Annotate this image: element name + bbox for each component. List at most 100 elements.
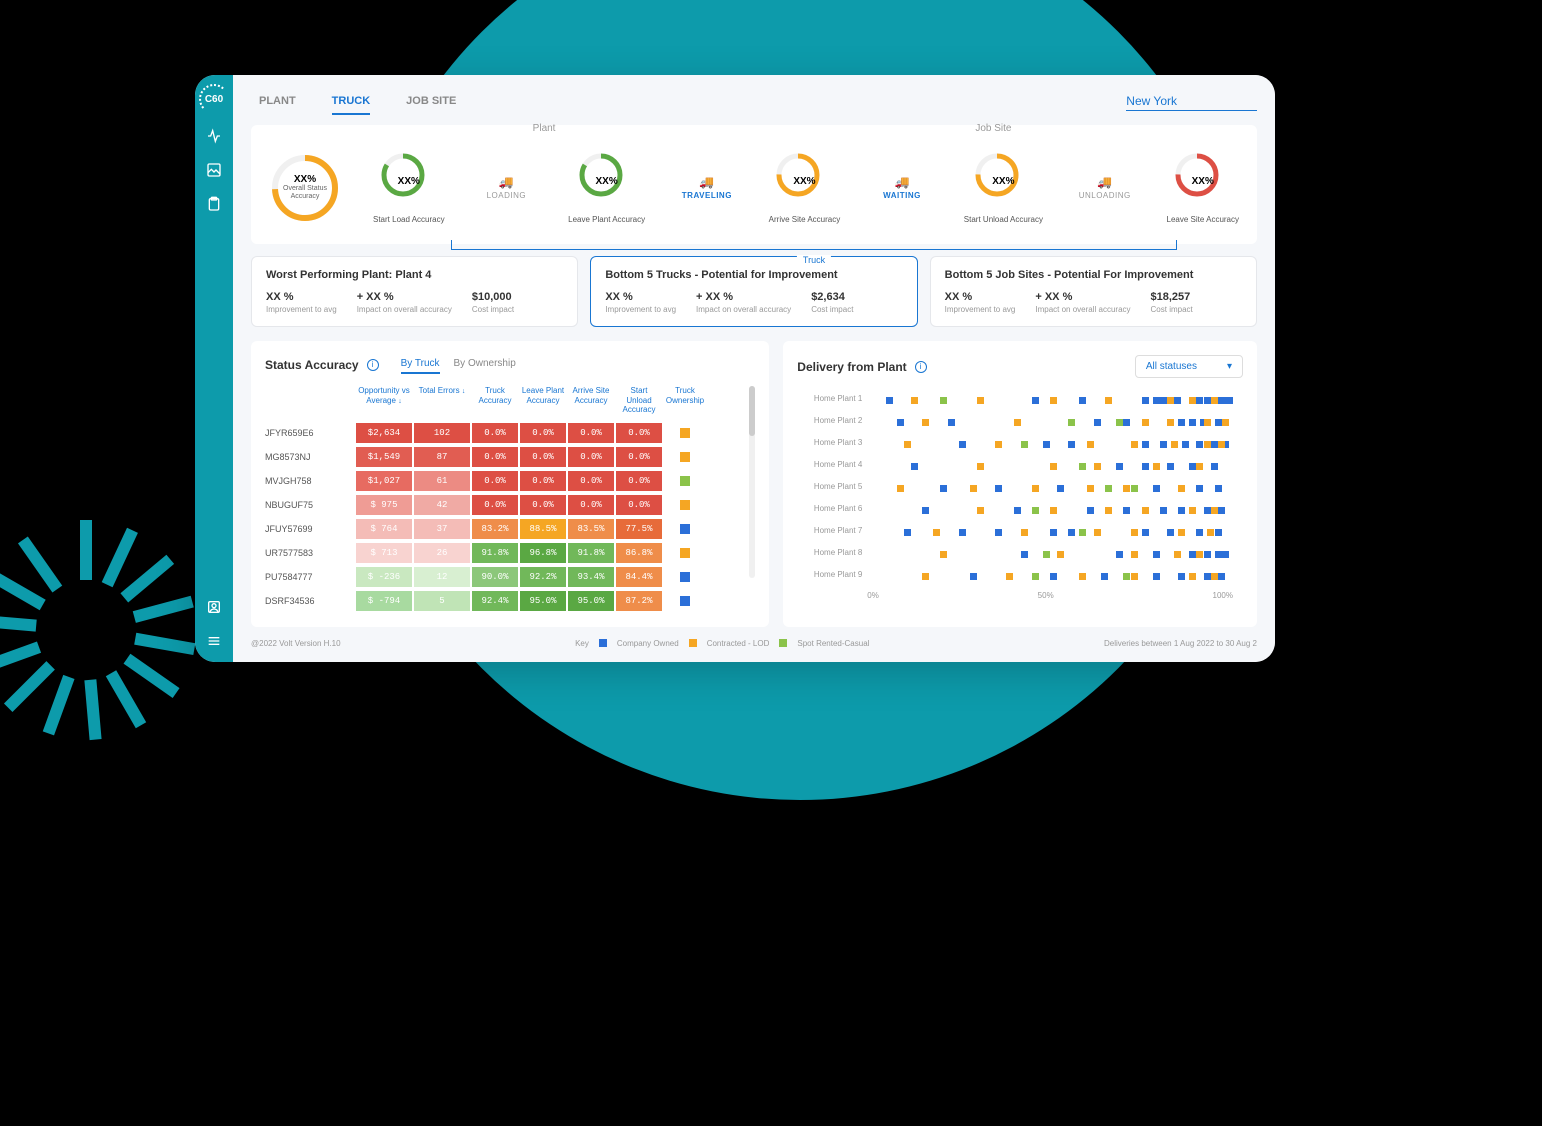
col-header[interactable]: Leave Plant Accuracy [519, 386, 567, 415]
data-point [1014, 507, 1021, 514]
data-point [940, 397, 947, 404]
subtab-by-ownership[interactable]: By Ownership [454, 355, 516, 374]
col-header[interactable]: Arrive Site Accuracy [567, 386, 615, 415]
data-point [1189, 463, 1196, 470]
data-point [977, 507, 984, 514]
data-point [904, 529, 911, 536]
data-point [1142, 463, 1149, 470]
info-icon[interactable]: i [367, 359, 379, 371]
data-point [1189, 551, 1196, 558]
connector-loading: 🚚LOADING [451, 175, 563, 200]
data-point [995, 529, 1002, 536]
legend-sq [689, 639, 697, 647]
data-point [1167, 419, 1174, 426]
col-header[interactable]: Start Unload Accuracy [615, 386, 663, 415]
subtab-by-truck[interactable]: By Truck [401, 355, 440, 374]
data-point [1189, 419, 1196, 426]
logo: C60 [202, 87, 226, 111]
data-point [922, 507, 929, 514]
plant-label: Home Plant 6 [797, 504, 862, 513]
clipboard-icon[interactable] [205, 195, 223, 213]
user-icon[interactable] [205, 598, 223, 616]
table-row[interactable]: MVJGH758 $1,027 61 0.0% 0.0% 0.0% 0.0% [265, 469, 743, 493]
main-content: PLANT TRUCK JOB SITE New York Plant Job … [233, 75, 1275, 662]
kpi-bottom-jobsites[interactable]: Bottom 5 Job Sites - Potential For Impro… [930, 256, 1257, 327]
data-point [1189, 573, 1196, 580]
plant-label: Home Plant 8 [797, 548, 862, 557]
location-selector[interactable]: New York [1126, 94, 1257, 111]
data-point [1142, 419, 1149, 426]
tab-jobsite[interactable]: JOB SITE [406, 89, 456, 115]
data-point [1087, 485, 1094, 492]
data-point [1196, 551, 1203, 558]
table-row[interactable]: PU7584777 $ -236 12 90.0% 92.2% 93.4% 84… [265, 565, 743, 589]
data-point [1178, 485, 1185, 492]
menu-icon[interactable] [205, 632, 223, 650]
kpi-worst-plant[interactable]: Worst Performing Plant: Plant 4 XX %Impr… [251, 256, 578, 327]
data-point [1043, 551, 1050, 558]
status-select[interactable]: All statuses ▾ [1135, 355, 1243, 378]
data-point [1050, 573, 1057, 580]
data-point [1021, 441, 1028, 448]
status-table: Opportunity vs Average ↓ Total Errors ↓ … [265, 386, 743, 613]
gauge-arrive-site: XX% [774, 151, 834, 211]
scatter-chart: Home Plant 1Home Plant 2Home Plant 3Home… [797, 390, 1243, 600]
tab-truck[interactable]: TRUCK [332, 89, 371, 115]
data-point [1057, 551, 1064, 558]
plant-label: Home Plant 5 [797, 482, 862, 491]
table-row[interactable]: MG8573NJ $1,549 87 0.0% 0.0% 0.0% 0.0% [265, 445, 743, 469]
legend: Key Company Owned Contracted - LOD Spot … [575, 639, 869, 648]
section-label-jobsite: Job Site [975, 123, 1011, 134]
data-point [1196, 485, 1203, 492]
data-point [1142, 507, 1149, 514]
data-point [1196, 529, 1203, 536]
activity-icon[interactable] [205, 127, 223, 145]
info-icon[interactable]: i [915, 361, 927, 373]
data-point [1207, 529, 1214, 536]
data-point [1105, 485, 1112, 492]
data-point [1116, 551, 1123, 558]
data-point [1215, 551, 1222, 558]
data-point [1153, 551, 1160, 558]
col-header[interactable]: Truck Accuracy [471, 386, 519, 415]
data-point [1153, 397, 1160, 404]
data-point [1057, 485, 1064, 492]
table-row[interactable]: DSRF34536 $ -794 5 92.4% 95.0% 95.0% 87.… [265, 589, 743, 613]
data-point [1043, 441, 1050, 448]
col-header[interactable]: Opportunity vs Average ↓ [355, 386, 413, 415]
data-point [970, 573, 977, 580]
table-row[interactable]: JFUY57699 $ 764 37 83.2% 88.5% 83.5% 77.… [265, 517, 743, 541]
tab-plant[interactable]: PLANT [259, 89, 296, 115]
data-point [1087, 507, 1094, 514]
scatter-row [867, 478, 1233, 500]
table-row[interactable]: JFYR659E6 $2,634 102 0.0% 0.0% 0.0% 0.0% [265, 421, 743, 445]
table-row[interactable]: NBUGUF75 $ 975 42 0.0% 0.0% 0.0% 0.0% [265, 493, 743, 517]
data-point [970, 485, 977, 492]
data-point [1068, 529, 1075, 536]
data-point [1021, 551, 1028, 558]
delivery-panel: Delivery from Plant i All statuses ▾ Hom… [783, 341, 1257, 627]
kpi-bottom-trucks[interactable]: Bottom 5 Trucks - Potential for Improvem… [590, 256, 917, 327]
gauge-leave-plant: XX% [577, 151, 637, 211]
connector-unloading: 🚚UNLOADING [1049, 175, 1161, 200]
data-point [897, 419, 904, 426]
data-point [1153, 485, 1160, 492]
data-point [995, 485, 1002, 492]
data-point [904, 441, 911, 448]
plant-label: Home Plant 4 [797, 460, 862, 469]
data-point [1079, 573, 1086, 580]
data-point [1226, 397, 1233, 404]
table-row[interactable]: UR7577583 $ 713 26 91.8% 96.8% 91.8% 86.… [265, 541, 743, 565]
scrollbar[interactable] [749, 386, 755, 578]
data-point [911, 397, 918, 404]
image-icon[interactable] [205, 161, 223, 179]
scatter-row [867, 434, 1233, 456]
data-point [1153, 463, 1160, 470]
data-point [1032, 573, 1039, 580]
col-header[interactable]: Truck Ownership [663, 386, 707, 415]
col-header[interactable]: Total Errors ↓ [413, 386, 471, 415]
section-label-plant: Plant [533, 123, 556, 134]
date-range: Deliveries between 1 Aug 2022 to 30 Aug … [1104, 639, 1257, 648]
data-point [940, 485, 947, 492]
legend-sq [599, 639, 607, 647]
